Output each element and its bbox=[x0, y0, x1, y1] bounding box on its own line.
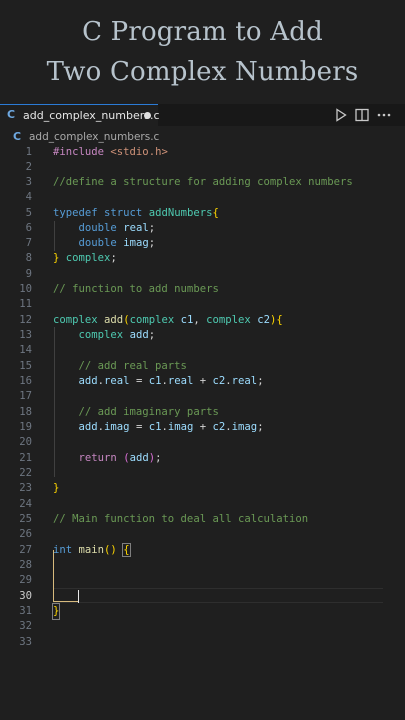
line-number: 20 bbox=[19, 436, 32, 448]
code-line: 11 bbox=[0, 297, 405, 312]
code-line: 5 typedef struct addNumbers{ bbox=[0, 206, 405, 221]
code-line: 20 bbox=[0, 435, 405, 450]
line-number: 19 bbox=[19, 421, 32, 433]
code-line: 10 // function to add numbers bbox=[0, 282, 405, 297]
line-number: 14 bbox=[19, 344, 32, 356]
code-line: 28 bbox=[0, 558, 405, 573]
tab-label: add_complex_numbers.c bbox=[23, 109, 160, 122]
code-text: return (add); bbox=[78, 452, 162, 464]
code-line: 23 } bbox=[0, 481, 405, 496]
line-number: 1 bbox=[25, 146, 32, 158]
code-text: #include <stdio.h> bbox=[53, 146, 168, 158]
code-text: double real; bbox=[78, 222, 156, 234]
line-number: 3 bbox=[25, 176, 32, 188]
line-number: 8 bbox=[25, 252, 32, 264]
play-icon[interactable] bbox=[333, 107, 349, 123]
code-editor[interactable]: 1 #include <stdio.h> 2 3 //define a stru… bbox=[0, 145, 405, 665]
code-text: } bbox=[53, 482, 60, 494]
code-line: 21 return (add); bbox=[0, 451, 405, 466]
line-number: 22 bbox=[19, 467, 32, 479]
code-line: 16 add.real = c1.real + c2.real; bbox=[0, 374, 405, 389]
code-text: // add imaginary parts bbox=[53, 406, 219, 418]
code-line: 2 bbox=[0, 160, 405, 175]
code-line: 25 // Main function to deal all calculat… bbox=[0, 512, 405, 527]
editor-tab-bar: C add_complex_numbers.c bbox=[0, 104, 405, 126]
code-text: } bbox=[51, 603, 61, 620]
line-number: 27 bbox=[19, 544, 32, 556]
code-line-active: 30 bbox=[0, 589, 405, 604]
video-title: C Program to Add Two Complex Numbers bbox=[0, 0, 405, 100]
c-file-icon: C bbox=[7, 108, 16, 121]
line-number: 6 bbox=[25, 222, 32, 234]
line-number: 4 bbox=[25, 191, 32, 203]
line-number: 29 bbox=[19, 574, 32, 586]
code-text: add.real = c1.real + c2.real; bbox=[78, 375, 264, 387]
line-number: 9 bbox=[25, 268, 32, 280]
code-line: 12 complex add(complex c1, complex c2){ bbox=[0, 313, 405, 328]
code-text: // Main function to deal all calculation bbox=[53, 513, 309, 525]
code-line: 7 double imag; bbox=[0, 236, 405, 251]
line-number: 11 bbox=[19, 298, 32, 310]
code-line: 14 bbox=[0, 343, 405, 358]
code-line: 18 // add imaginary parts bbox=[0, 405, 405, 420]
code-text: complex add(complex c1, complex c2){ bbox=[53, 314, 283, 326]
line-number: 26 bbox=[19, 528, 32, 540]
line-number: 2 bbox=[25, 161, 32, 173]
code-line: 3 //define a structure for adding comple… bbox=[0, 175, 405, 190]
line-number: 15 bbox=[19, 360, 32, 372]
code-text: // add real parts bbox=[53, 360, 187, 372]
code-line: 33 bbox=[0, 635, 405, 650]
line-number: 16 bbox=[19, 375, 32, 387]
line-number: 33 bbox=[19, 636, 32, 648]
code-line: 6 double real; bbox=[0, 221, 405, 236]
line-number: 28 bbox=[19, 559, 32, 571]
code-text: complex add; bbox=[78, 329, 156, 341]
title-line-1: C Program to Add bbox=[82, 17, 323, 47]
code-line: 27 int main() { bbox=[0, 543, 405, 558]
code-line: 13 complex add; bbox=[0, 328, 405, 343]
split-editor-icon[interactable] bbox=[354, 107, 370, 123]
line-number: 10 bbox=[19, 283, 32, 295]
line-number: 30 bbox=[19, 590, 32, 602]
code-line: 17 bbox=[0, 389, 405, 404]
code-text: } complex; bbox=[53, 252, 117, 264]
breadcrumb: C add_complex_numbers.c bbox=[0, 128, 405, 146]
code-line: 32 bbox=[0, 619, 405, 634]
code-line: 26 bbox=[0, 527, 405, 542]
code-line: 19 add.imag = c1.imag + c2.imag; bbox=[0, 420, 405, 435]
code-text: add.imag = c1.imag + c2.imag; bbox=[78, 421, 264, 433]
title-line-2: Two Complex Numbers bbox=[46, 57, 359, 87]
line-number: 7 bbox=[25, 237, 32, 249]
code-text: double imag; bbox=[78, 237, 156, 249]
c-file-icon: C bbox=[13, 130, 22, 143]
line-number: 23 bbox=[19, 482, 32, 494]
code-line: 15 // add real parts bbox=[0, 359, 405, 374]
line-number: 17 bbox=[19, 390, 32, 402]
code-text: typedef struct addNumbers{ bbox=[53, 207, 219, 219]
line-number: 32 bbox=[19, 620, 32, 632]
code-line: 4 bbox=[0, 190, 405, 205]
code-text: // function to add numbers bbox=[53, 283, 219, 295]
code-line: 9 bbox=[0, 267, 405, 282]
code-line: 24 bbox=[0, 497, 405, 512]
line-number: 5 bbox=[25, 207, 32, 219]
line-number: 13 bbox=[19, 329, 32, 341]
code-line: 31 } bbox=[0, 603, 405, 620]
line-number: 12 bbox=[19, 314, 32, 326]
line-number: 25 bbox=[19, 513, 32, 525]
line-number: 31 bbox=[19, 605, 32, 617]
code-line: 8 } complex; bbox=[0, 251, 405, 266]
code-text: //define a structure for adding complex … bbox=[53, 176, 353, 188]
line-number: 21 bbox=[19, 452, 32, 464]
editor-tab-active[interactable]: C add_complex_numbers.c bbox=[0, 104, 160, 126]
code-line: 1 #include <stdio.h> bbox=[0, 145, 405, 160]
unsaved-dot-icon[interactable] bbox=[144, 112, 151, 119]
breadcrumb-file[interactable]: add_complex_numbers.c bbox=[29, 131, 159, 143]
line-number: 24 bbox=[19, 498, 32, 510]
more-icon[interactable] bbox=[376, 107, 392, 123]
code-text: int main() { bbox=[53, 543, 131, 557]
line-number: 18 bbox=[19, 406, 32, 418]
code-line: 22 bbox=[0, 466, 405, 481]
code-line: 29 bbox=[0, 573, 405, 588]
